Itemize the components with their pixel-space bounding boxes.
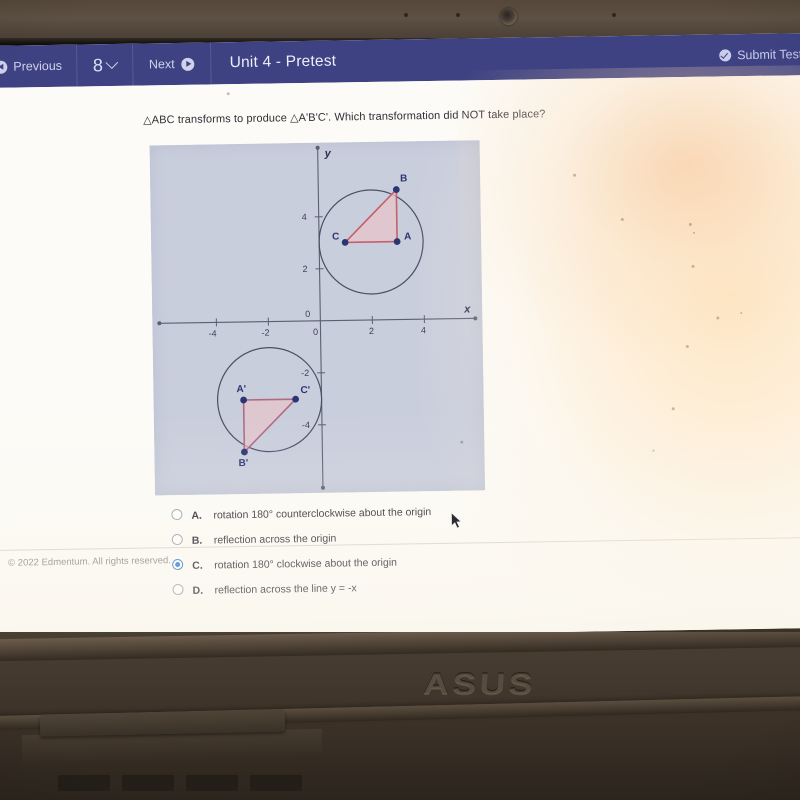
dust-speck [691,264,695,268]
x-tick-label: -2 [261,328,269,338]
y-axis-label: y [324,148,332,160]
laptop-photo: Previous 8 Next Unit 4 - Pretest Submit … [0,0,800,800]
brand-logo: ASUS [422,668,537,701]
dust-speck [693,231,696,234]
y-tick-label: 2 [302,264,307,274]
x-axis-label: x [463,303,471,315]
coordinate-graph: -4 -2 0 2 4 4 2 0 -2 -4 y x A B C A' C' … [149,140,486,496]
dust-speck [652,449,655,452]
check-circle-icon [719,49,732,62]
arrow-left-circle-icon [0,60,8,74]
question-text: △ABC transforms to produce △A'B'C'. Whic… [143,108,546,127]
laptop-hinge [0,632,800,662]
dust-speck [620,218,624,222]
submit-test-label: Submit Test [737,47,800,63]
point-a-label: A [404,231,411,242]
x-tick-label: -4 [208,328,216,338]
radio-b[interactable] [171,533,183,546]
x-tick-label: 0 [313,327,318,337]
question-number-dropdown[interactable]: 8 [77,44,133,87]
option-c-letter: C. [192,559,203,572]
point-c-label: C [332,231,339,242]
question-page: △ABC transforms to produce △A'B'C'. Whic… [0,64,800,641]
dust-speck [671,407,675,411]
keyboard-key [122,775,174,791]
y-tick-label: -2 [301,368,309,378]
point-c-prime-label: C' [300,385,310,396]
option-a-letter: A. [191,509,202,522]
previous-button[interactable]: Previous [0,45,76,88]
y-tick-label: 4 [302,212,307,222]
option-b-letter: B. [191,534,203,547]
y-axis-cap [320,485,325,490]
laptop-screen: Previous 8 Next Unit 4 - Pretest Submit … [0,32,800,641]
keyboard-key [186,775,238,791]
dust-speck [226,92,230,96]
radio-a[interactable] [171,508,183,521]
webcam-icon [500,8,517,25]
y-tick-label-origin: 0 [305,309,310,319]
y-tick-label: -4 [302,420,310,430]
radio-d[interactable] [172,583,184,596]
previous-label: Previous [13,58,63,74]
graph-svg: -4 -2 0 2 4 4 2 0 -2 -4 y x A B C A' C' … [157,145,478,490]
bezel-dot [612,13,616,17]
submit-test-button[interactable]: Submit Test [705,47,800,63]
triangle-abc [343,187,398,244]
x-axis-cap [157,321,162,326]
question-number-value: 8 [92,54,104,75]
arrow-right-circle-icon [181,57,195,71]
y-axis-cap [315,145,320,150]
option-c-text: rotation 180° clockwise about the origin [214,556,398,572]
next-label: Next [148,57,175,72]
radio-c[interactable] [172,558,184,571]
dust-speck [740,312,743,315]
x-tick-label: 4 [421,325,426,335]
option-d-text: reflection across the line y = -x [214,582,357,597]
point-b-label: B [400,173,407,184]
triangle-abc-prime [242,398,298,454]
graph-axes [158,146,477,489]
dust-speck [716,316,720,320]
x-axis-cap [473,316,478,321]
dust-speck [573,173,577,177]
bezel-dot [404,13,408,17]
dust-speck [685,344,689,349]
keyboard-key [250,775,302,791]
point-b-prime-label: B' [239,458,249,469]
option-d-letter: D. [192,584,204,597]
next-button[interactable]: Next [133,42,211,85]
dust-speck [688,222,692,226]
x-tick-label: 2 [369,326,374,336]
option-d[interactable]: D. reflection across the line y = -x [172,578,502,608]
bezel-dot [456,13,460,17]
chevron-down-icon [105,55,118,69]
mouse-cursor [451,512,462,529]
option-a-text: rotation 180° counterclockwise about the… [213,506,432,522]
assignment-title: Unit 4 - Pretest [229,52,337,72]
point-a-prime-label: A' [236,384,246,395]
footer-copyright: © 2022 Edmentum. All rights reserved. [8,555,171,569]
keyboard-key [58,775,110,791]
